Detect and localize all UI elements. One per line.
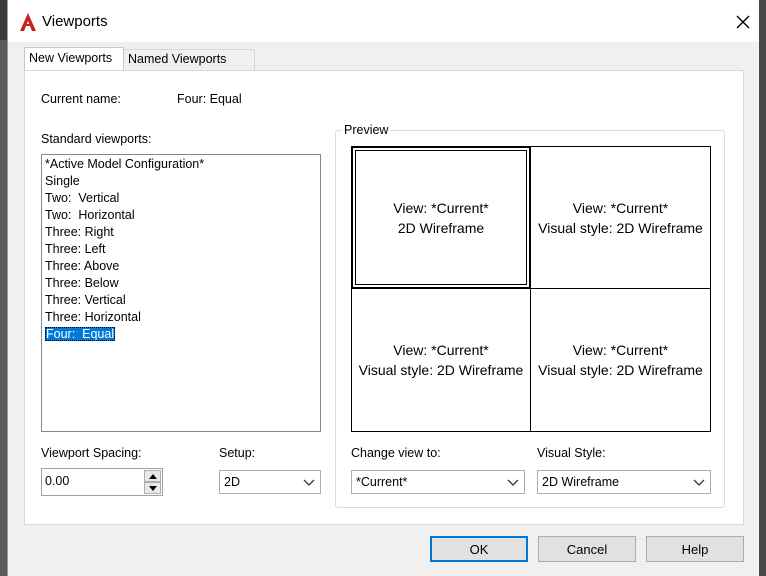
triangle-down-icon	[148, 485, 157, 491]
close-button[interactable]	[728, 8, 758, 36]
current-name-label: Current name:	[41, 92, 121, 106]
list-item[interactable]: *Active Model Configuration*	[42, 156, 320, 173]
list-item[interactable]: Three: Above	[42, 258, 320, 275]
preview-viewport-top-right[interactable]: View: *Current* Visual style: 2D Wirefra…	[530, 146, 711, 289]
spin-up-button[interactable]	[144, 470, 161, 482]
visual-style-label: Visual Style:	[537, 446, 606, 460]
viewport-spacing-value[interactable]: 0.00	[45, 474, 69, 488]
current-name-value: Four: Equal	[177, 92, 242, 106]
setup-label: Setup:	[219, 446, 256, 460]
setup-value: 2D	[224, 475, 240, 489]
tab-new-viewports[interactable]: New Viewports	[24, 47, 124, 70]
standard-viewports-list[interactable]: *Active Model Configuration* Single Two:…	[41, 154, 321, 432]
change-view-label: Change view to:	[351, 446, 441, 460]
list-item[interactable]: Single	[42, 173, 320, 190]
list-item[interactable]: Three: Vertical	[42, 292, 320, 309]
viewport-style-text: Visual style: 2D Wireframe	[538, 362, 703, 378]
preview-viewport-bottom-right[interactable]: View: *Current* Visual style: 2D Wirefra…	[530, 288, 711, 432]
list-item[interactable]: Three: Right	[42, 224, 320, 241]
visual-style-dropdown[interactable]: 2D Wireframe	[537, 470, 711, 494]
visual-style-value: 2D Wireframe	[542, 475, 620, 489]
viewport-view-text: View: *Current*	[393, 199, 489, 216]
list-item[interactable]: Three: Below	[42, 275, 320, 292]
viewport-spacing-label: Viewport Spacing:	[41, 446, 142, 460]
tab-named-viewports[interactable]: Named Viewports	[124, 49, 255, 70]
viewport-view-text: View: *Current*	[572, 199, 669, 216]
viewport-view-text: View: *Current*	[572, 342, 669, 358]
list-item[interactable]: Two: Vertical	[42, 190, 320, 207]
list-item-selected[interactable]: Four: Equal	[42, 326, 320, 343]
autocad-icon	[20, 13, 36, 31]
chevron-down-icon	[303, 479, 315, 486]
viewport-style-text: Visual style: 2D Wireframe	[538, 219, 703, 236]
preview-area[interactable]: View: *Current* 2D Wireframe View: *Curr…	[351, 146, 711, 432]
viewport-style-text: 2D Wireframe	[397, 219, 485, 236]
standard-viewports-label: Standard viewports:	[41, 132, 152, 146]
list-item[interactable]: Three: Left	[42, 241, 320, 258]
title-bar[interactable]: Viewports	[8, 0, 766, 42]
viewport-spacing-stepper[interactable]: 0.00	[41, 468, 163, 496]
help-button[interactable]: Help	[646, 536, 744, 562]
list-item[interactable]: Two: Horizontal	[42, 207, 320, 224]
list-item[interactable]: Three: Horizontal	[42, 309, 320, 326]
viewport-style-text: Visual style: 2D Wireframe	[358, 362, 524, 378]
cancel-button[interactable]: Cancel	[538, 536, 636, 562]
ok-button[interactable]: OK	[430, 536, 528, 562]
preview-label: Preview	[342, 123, 391, 137]
preview-viewport-top-left[interactable]: View: *Current* 2D Wireframe	[351, 146, 531, 289]
spin-down-button[interactable]	[144, 482, 161, 494]
viewport-view-text: View: *Current*	[393, 342, 489, 358]
preview-viewport-bottom-left[interactable]: View: *Current* Visual style: 2D Wirefra…	[351, 288, 531, 432]
background-window-edge-right	[759, 0, 766, 576]
change-view-value: *Current*	[356, 475, 408, 489]
spinner-buttons	[144, 470, 161, 494]
dialog-title: Viewports	[42, 13, 108, 30]
close-icon	[736, 15, 750, 29]
setup-dropdown[interactable]: 2D	[219, 470, 321, 494]
triangle-up-icon	[148, 473, 157, 479]
change-view-dropdown[interactable]: *Current*	[351, 470, 525, 494]
chevron-down-icon	[693, 479, 705, 486]
chevron-down-icon	[507, 479, 519, 486]
